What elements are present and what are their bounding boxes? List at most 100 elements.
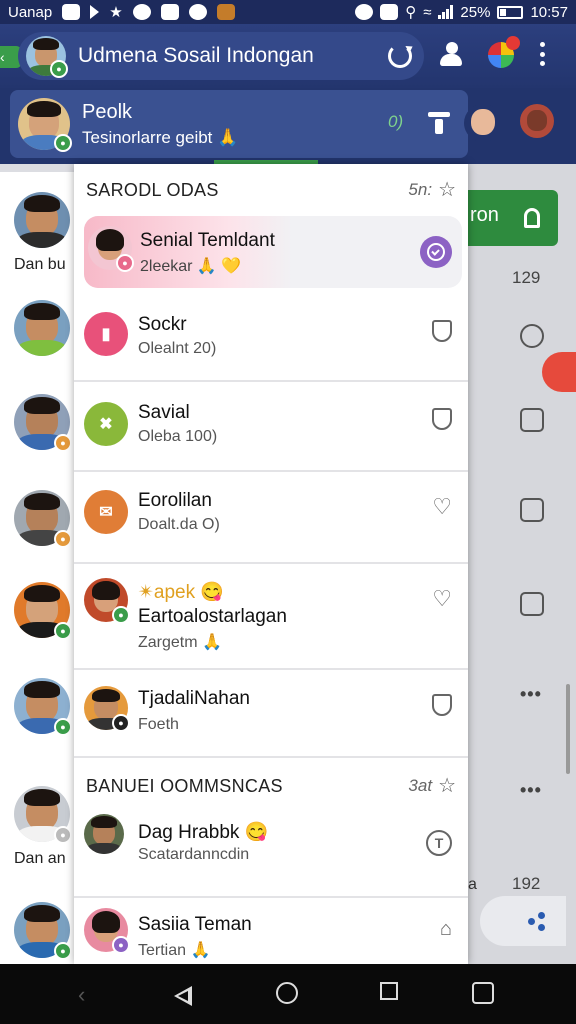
status-badge-icon: ●: [54, 718, 72, 736]
list-item[interactable]: Dag Hrabbk 😋 Scatardanncdin T: [74, 810, 468, 898]
nav-back-disabled-icon: ‹: [78, 982, 86, 1007]
app-bar: ‹ ● Udmena Sosail Indongan: [0, 24, 576, 88]
status-badge-icon: ●: [54, 530, 72, 548]
status-badge-icon: ●: [112, 714, 130, 732]
people-icon[interactable]: [438, 42, 464, 68]
screenshot-edit-icon[interactable]: [472, 982, 494, 1004]
contact-avatar[interactable]: [14, 192, 70, 248]
row-label: a: [468, 876, 477, 893]
app-avatar[interactable]: ●: [26, 36, 68, 78]
app-icon: [216, 4, 235, 20]
item-subtitle: Foeth: [138, 716, 179, 733]
status-bar: Uanap ★ ⚲ ≈ 25% 10:57: [0, 0, 576, 24]
contact-caption: Dan an: [14, 850, 66, 867]
chat-bubble-icon[interactable]: [520, 592, 544, 616]
refresh-icon[interactable]: [388, 44, 412, 68]
section-title: SARODL ODAS: [86, 179, 219, 200]
user-icon: [524, 208, 540, 228]
join-button[interactable]: ron: [468, 190, 558, 246]
profile-card[interactable]: ● Peolk Tesinorlarre geibt 🙏 0): [10, 90, 468, 158]
star-icon[interactable]: ☆: [438, 776, 456, 796]
comment-icon[interactable]: [520, 498, 544, 522]
contact-avatar[interactable]: [520, 104, 554, 138]
list-item[interactable]: ▮ Sockr Olealnt 20): [74, 294, 468, 382]
emoji-icon[interactable]: [520, 324, 544, 348]
section-meta: 3at: [408, 776, 433, 795]
home-outline-icon[interactable]: ⌂: [440, 918, 452, 941]
shield-icon[interactable]: [432, 320, 452, 342]
contact-avatar[interactable]: ●: [14, 582, 72, 640]
list-item[interactable]: ● ✴apek 😋 Eartoalostarlagan Zargetm 🙏 ♡: [74, 564, 468, 670]
nav-back-icon[interactable]: [174, 986, 194, 1006]
section-title: BANUEI OOMMSNCAS: [86, 775, 283, 796]
item-subtitle: Zargetm 🙏: [138, 634, 222, 651]
check-circle-icon[interactable]: [420, 236, 452, 268]
item-subtitle: Olealnt 20): [138, 340, 217, 357]
contact-avatar[interactable]: [14, 300, 70, 356]
list-item[interactable]: ✖ Savial Oleba 100): [74, 382, 468, 472]
status-badge-icon: ●: [54, 942, 72, 960]
more-horiz-icon[interactable]: •••: [520, 684, 542, 705]
nav-recents-icon[interactable]: [380, 982, 398, 1000]
item-name: Dag Hrabbk 😋: [138, 822, 269, 843]
star-icon[interactable]: ☆: [438, 180, 456, 200]
list-item[interactable]: ● TjadaliNahan Foeth: [74, 670, 468, 758]
item-name: Senial Temldant: [140, 230, 275, 251]
battery-percent: 25%: [460, 3, 491, 21]
scrollbar[interactable]: [566, 684, 570, 774]
share-icon: [528, 912, 546, 931]
contact-avatar: ●: [84, 578, 130, 624]
nav-home-icon[interactable]: [276, 982, 298, 1004]
status-badge-icon: ●: [54, 826, 72, 844]
app-logo-icon: ✖: [84, 402, 128, 446]
more-vert-icon[interactable]: [540, 42, 546, 66]
heart-icon[interactable]: ♡: [432, 588, 452, 610]
more-horiz-icon[interactable]: •••: [520, 780, 542, 801]
item-name: Sasiia Teman: [138, 914, 252, 935]
item-name: TjadaliNahan: [138, 688, 250, 709]
battery-icon: [497, 5, 524, 19]
right-column: ron 129 ••• ••• a 192: [468, 164, 576, 964]
online-badge-icon: ●: [50, 60, 68, 78]
chat-color-icon[interactable]: [488, 36, 520, 68]
item-subtitle: 2leekar 🙏 💛: [140, 258, 242, 275]
contact-avatar[interactable]: ●: [14, 394, 72, 452]
item-subtitle: Tertian 🙏: [138, 942, 211, 959]
profile-bar: ● Peolk Tesinorlarre geibt 🙏 0): [0, 88, 576, 164]
section-header: BANUEI OOMMSNCAS 3at ☆: [74, 762, 468, 810]
play-icon: [90, 5, 100, 19]
alert-tab[interactable]: [542, 352, 576, 392]
contact-avatar: ●: [84, 686, 130, 732]
title-pill[interactable]: ● Udmena Sosail Indongan: [18, 32, 424, 80]
contact-avatar: ●: [84, 908, 130, 954]
share-button[interactable]: [480, 896, 566, 946]
signal-icon: [438, 5, 454, 19]
list-item[interactable]: ✉ Eorolilan Doalt.da O) ♡: [74, 472, 468, 564]
heart-icon[interactable]: ♡: [432, 496, 452, 518]
note-icon[interactable]: [520, 408, 544, 432]
bookmark-icon[interactable]: [432, 694, 452, 716]
list-item[interactable]: ● Sasiia Teman Tertian 🙏 ⌂: [74, 898, 468, 964]
profile-avatar[interactable]: ●: [18, 98, 72, 152]
contact-caption: Dan bu: [14, 256, 66, 273]
contact-avatar[interactable]: ●: [14, 490, 72, 548]
profile-name: Peolk: [82, 100, 133, 123]
counter-bottom: 192: [512, 874, 541, 893]
profile-count: 0): [388, 112, 404, 131]
contact-avatar[interactable]: [464, 104, 502, 142]
profile-subtitle: Tesinorlarre geibt 🙏: [82, 127, 239, 147]
text-circle-icon[interactable]: T: [426, 830, 452, 856]
list-item-selected[interactable]: ● Senial Temldant 2leekar 🙏 💛: [84, 216, 462, 288]
section-meta: 5n:: [408, 180, 433, 199]
clock: 10:57: [530, 3, 568, 21]
item-subtitle: Doalt.da O): [138, 516, 220, 533]
status-badge-icon: ●: [112, 936, 130, 954]
bookmark-icon[interactable]: [432, 408, 452, 430]
filter-icon[interactable]: [428, 112, 450, 134]
carrier-label: Uanap: [8, 3, 53, 21]
contact-avatar[interactable]: ●: [14, 786, 72, 844]
system-nav-bar: ‹: [0, 964, 576, 1024]
contact-avatar[interactable]: ●: [14, 902, 72, 960]
contact-avatar[interactable]: ●: [14, 678, 72, 736]
app-title: Udmena Sosail Indongan: [78, 44, 314, 67]
